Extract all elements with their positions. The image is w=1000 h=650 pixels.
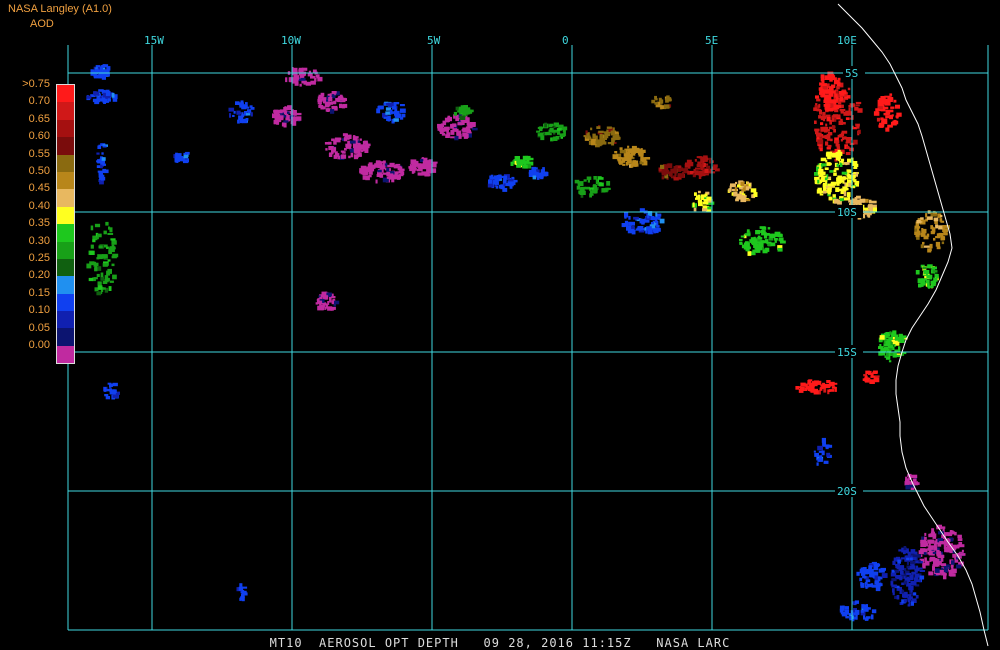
- legend-swatch: [57, 85, 74, 103]
- legend-swatch: [57, 293, 74, 312]
- color-scale-legend: [56, 84, 75, 365]
- legend-swatch: [57, 241, 74, 259]
- legend-label: 0.55: [28, 147, 50, 160]
- legend-label: >0.75: [22, 78, 50, 90]
- legend-swatch: [57, 258, 74, 277]
- legend-label: 0.20: [28, 269, 50, 282]
- product-title: NASA Langley (A1.0): [8, 3, 112, 15]
- legend-swatch: [57, 119, 74, 138]
- grid-labels: 15W 10W 5W 0 5E 10E 5S 10S 15S 20S: [144, 34, 865, 498]
- footer-time: 11:15Z: [582, 636, 632, 650]
- legend-swatch: [57, 171, 74, 190]
- lon-label-0: 0: [562, 34, 569, 47]
- legend-label: 0.10: [28, 304, 50, 317]
- legend-swatch: [57, 328, 74, 346]
- lon-label-5w: 5W: [427, 34, 441, 47]
- legend-label: 0.60: [28, 130, 50, 143]
- legend-label: 0.25: [28, 252, 50, 264]
- footer-satellite: MT10: [269, 636, 303, 650]
- lon-label-10w: 10W: [281, 34, 301, 47]
- legend-swatch: [57, 206, 74, 225]
- legend-label: 0.05: [28, 321, 50, 334]
- lat-label-10s: 10S: [837, 206, 857, 219]
- legend-swatch: [57, 224, 74, 242]
- footer-date: 09 28, 2016: [483, 636, 575, 650]
- lat-lon-grid: [67, 45, 989, 631]
- lat-label-20s: 20S: [837, 485, 857, 498]
- aod-map: 15W 10W 5W 0 5E 10E 5S 10S 15S 20S: [67, 3, 989, 647]
- lon-label-15w: 15W: [144, 34, 164, 47]
- legend-label: 0.30: [28, 234, 50, 247]
- legend-label: 0.40: [28, 199, 50, 212]
- legend-label: 0.70: [28, 95, 50, 108]
- legend-label: 0.65: [28, 112, 50, 125]
- legend-label: 0.35: [28, 217, 50, 230]
- lat-label-5s: 5S: [845, 67, 858, 80]
- legend-label: 0.15: [28, 286, 50, 299]
- parameter-title: AOD: [30, 18, 54, 30]
- lat-label-15s: 15S: [837, 346, 857, 359]
- legend-swatch: [57, 137, 74, 155]
- legend-swatch: [57, 154, 74, 172]
- footer-product: AEROSOL OPT DEPTH: [319, 636, 459, 650]
- legend-swatch: [57, 345, 74, 364]
- footer-source: NASA LARC: [656, 636, 731, 650]
- legend-label: 0.50: [28, 165, 50, 177]
- legend-swatch: [57, 276, 74, 294]
- lon-label-5e: 5E: [705, 34, 718, 47]
- legend-swatch: [57, 311, 74, 329]
- lon-label-10e: 10E: [837, 34, 857, 47]
- legend-swatch: [57, 102, 74, 120]
- legend-swatch: [57, 189, 74, 207]
- legend-label: 0.00: [28, 339, 50, 351]
- legend-label: 0.45: [28, 182, 50, 195]
- aerosol-retrievals: [86, 64, 966, 622]
- footer-caption: MT10 AEROSOL OPT DEPTH 09 28, 2016 11:15…: [0, 636, 1000, 650]
